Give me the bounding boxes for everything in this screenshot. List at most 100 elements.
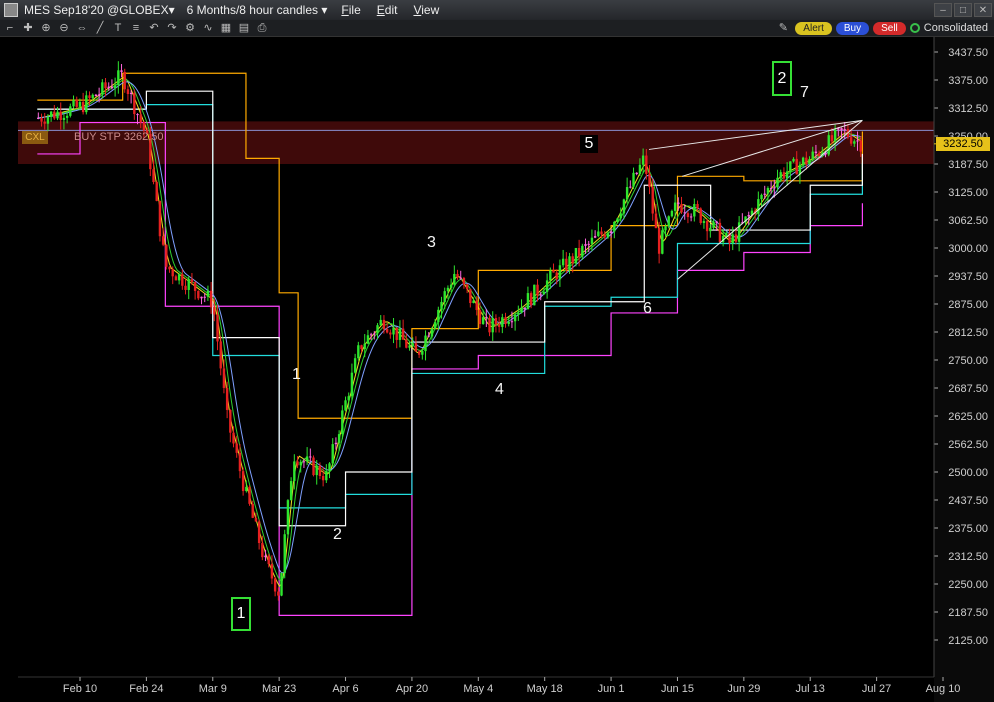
candle-body	[81, 102, 85, 113]
symbol-label[interactable]: MES Sep18'20	[24, 3, 104, 17]
candle-body	[769, 188, 773, 190]
period-selector[interactable]: 6 Months/8 hour candles ▾	[181, 3, 334, 17]
candle-body	[171, 269, 174, 277]
wave-label-1: 1	[292, 366, 301, 383]
layout-icon[interactable]: ▤	[236, 21, 252, 35]
x-tick-label: Mar 23	[262, 683, 296, 695]
candle-body	[353, 358, 357, 373]
maximize-icon[interactable]: □	[954, 3, 972, 17]
candle-body	[312, 457, 315, 476]
candle-body	[139, 114, 142, 123]
candle-body	[709, 227, 712, 232]
candle-body	[229, 409, 232, 433]
wave-label-3: 3	[427, 234, 436, 251]
candle-body	[379, 319, 382, 326]
candle-body	[440, 301, 443, 310]
candle-body	[241, 471, 245, 492]
candle-body	[584, 244, 587, 246]
print-icon[interactable]: ⎙	[254, 21, 270, 35]
candle-body	[350, 372, 354, 397]
x-tick-label: Jul 27	[862, 683, 891, 695]
fib-tool-icon[interactable]: ≡	[128, 21, 144, 35]
settings-icon[interactable]: ⚙	[182, 21, 198, 35]
candle-body	[161, 236, 165, 245]
buy-button[interactable]: Buy	[835, 21, 870, 35]
indicator-icon[interactable]: ∿	[200, 21, 216, 35]
sell-button[interactable]: Sell	[873, 21, 906, 35]
candle-body	[363, 343, 366, 350]
menu-edit[interactable]: Edit	[369, 3, 406, 17]
candle-body	[629, 186, 632, 188]
candle-body	[705, 221, 709, 232]
chart-toolbar: ⌐ ✚ ⊕ ⊖ ⇔ ╱ T ≡ ↶ ↷ ⚙ ∿ ▦ ▤ ⎙ ✎ Alert Bu…	[0, 20, 994, 37]
candle-body	[568, 256, 571, 271]
y-tick-label: 2562.50	[948, 439, 988, 451]
zoom-out-icon[interactable]: ⊖	[56, 21, 72, 35]
candle-body	[107, 86, 110, 89]
cancel-order-button[interactable]: CXL	[22, 131, 48, 144]
candle-body	[209, 290, 213, 308]
menu-view[interactable]: View	[405, 3, 447, 17]
candle-body	[571, 256, 574, 264]
candle-body	[56, 111, 59, 119]
menu-file[interactable]: File	[333, 3, 368, 17]
candle-body	[501, 317, 504, 327]
pan-icon[interactable]: ⇔	[74, 21, 90, 35]
candle-body	[110, 86, 114, 89]
close-icon[interactable]: ✕	[974, 3, 992, 17]
consolidated-toggle[interactable]: Consolidated	[909, 22, 988, 34]
candle-body	[766, 188, 770, 194]
redo-icon[interactable]: ↷	[164, 21, 180, 35]
wave-label-4: 4	[495, 381, 504, 398]
draw-tool-icon[interactable]: ⌐	[2, 21, 18, 35]
candle-body	[152, 169, 155, 183]
candle-body	[593, 236, 597, 238]
candle-body	[725, 232, 728, 236]
candle-body	[517, 312, 520, 315]
candle-body	[49, 111, 53, 117]
y-tick-label: 2625.00	[948, 411, 988, 423]
grid-icon[interactable]: ▦	[218, 21, 234, 35]
candle-body	[485, 317, 488, 319]
consolidated-label: Consolidated	[923, 22, 988, 34]
candle-body	[734, 234, 738, 242]
period-label[interactable]: 6 Months/8 hour candles	[187, 3, 318, 17]
app-logo-icon	[4, 3, 18, 17]
candle-body	[238, 452, 242, 472]
title-bar: MES Sep18'20 @GLOBEX▾ 6 Months/8 hour ca…	[0, 0, 994, 21]
candle-body	[731, 234, 734, 244]
candle-body	[318, 465, 322, 477]
candle-body	[785, 171, 789, 179]
candle-body	[664, 226, 667, 231]
candle-body	[389, 332, 392, 335]
candle-body	[645, 155, 648, 174]
exchange-label[interactable]: @GLOBEX	[107, 3, 169, 17]
minimize-icon[interactable]: –	[934, 3, 952, 17]
zoom-in-icon[interactable]: ⊕	[38, 21, 54, 35]
line-tool-icon[interactable]: ╱	[92, 21, 108, 35]
candle-body	[549, 270, 552, 281]
candle-body	[337, 434, 341, 443]
alert-button[interactable]: Alert	[795, 21, 832, 35]
candle-body	[289, 481, 293, 501]
wrench-icon[interactable]: ✎	[775, 21, 791, 35]
window-title[interactable]: MES Sep18'20 @GLOBEX▾	[18, 3, 181, 17]
crosshair-icon[interactable]: ✚	[20, 21, 36, 35]
candle-body	[264, 555, 267, 558]
candle-body	[40, 117, 43, 122]
candle-body	[811, 151, 814, 160]
candle-body	[699, 208, 702, 223]
candle-body	[523, 307, 526, 310]
undo-icon[interactable]: ↶	[146, 21, 162, 35]
candle-body	[293, 461, 296, 482]
candle-body	[792, 158, 795, 162]
candle-body	[117, 70, 120, 86]
candle-body	[75, 99, 78, 107]
candle-body	[478, 310, 482, 325]
text-tool-icon[interactable]: T	[110, 21, 126, 35]
candle-body	[488, 317, 491, 333]
stop-order-label[interactable]: BUY STP 3262.50	[74, 131, 164, 143]
candle-body	[200, 296, 203, 299]
candle-body	[606, 232, 610, 238]
candle-body	[120, 70, 123, 72]
